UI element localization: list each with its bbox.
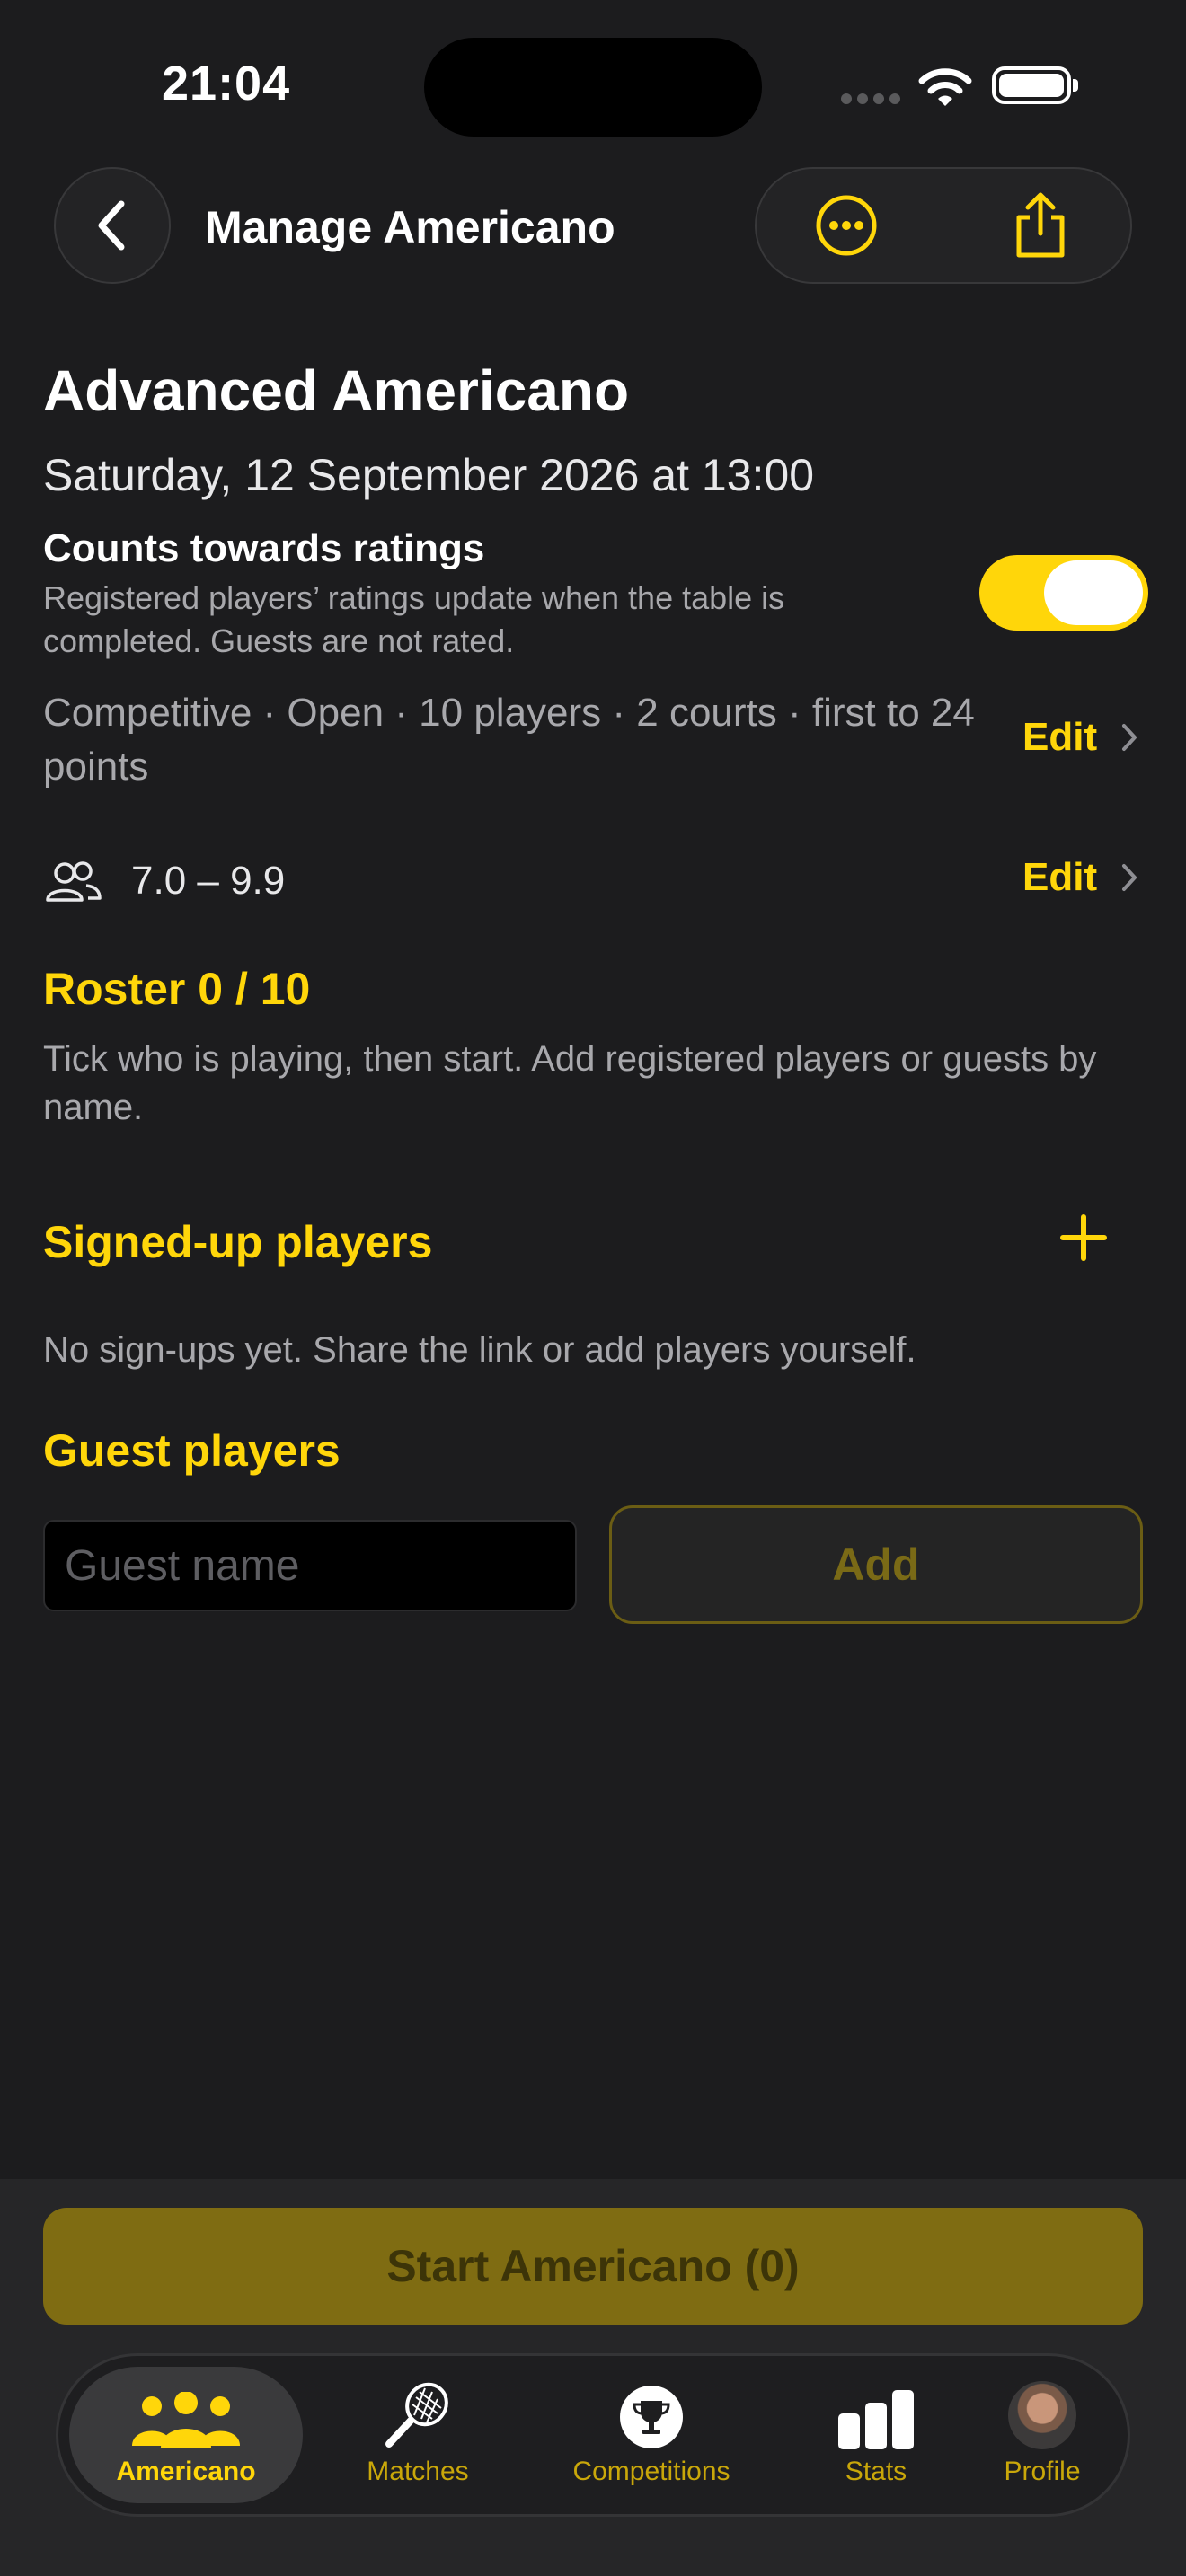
event-config: Competitive · Open · 10 players · 2 cour… [43, 691, 975, 789]
toggle-knob [1044, 560, 1143, 625]
add-guest-button[interactable]: Add [609, 1505, 1143, 1624]
share-button[interactable] [951, 169, 1130, 282]
tab-matches[interactable]: Matches [328, 2367, 508, 2503]
tab-label: Profile [1004, 2457, 1081, 2486]
ratings-title: Counts towards ratings [43, 526, 485, 570]
chevron-right-icon [1122, 864, 1137, 891]
tab-americano[interactable]: Americano [69, 2367, 303, 2503]
chevron-right-icon [1122, 724, 1137, 751]
page-title: Manage Americano [205, 202, 615, 252]
ellipsis-circle-icon [816, 195, 877, 256]
add-player-button[interactable] [1060, 1214, 1107, 1261]
roster-title: Roster 0 / 10 [43, 964, 311, 1014]
signed-up-title: Signed-up players [43, 1217, 433, 1267]
dynamic-island [424, 38, 762, 137]
bar-chart-icon [838, 2390, 914, 2449]
cellular-signal-icon [841, 93, 906, 109]
guest-name-input[interactable] [43, 1520, 577, 1611]
event-title: Advanced Americano [43, 358, 630, 423]
tab-label: Matches [367, 2457, 469, 2486]
edit-label: Edit [1022, 715, 1098, 759]
back-button[interactable] [54, 167, 171, 284]
tab-stats[interactable]: Stats [795, 2367, 957, 2503]
tab-competitions[interactable]: Competitions [517, 2367, 786, 2503]
more-button[interactable] [757, 169, 936, 282]
guest-players-title: Guest players [43, 1425, 341, 1476]
tab-label: Stats [845, 2457, 907, 2486]
share-icon [1016, 192, 1065, 258]
racket-icon [385, 2382, 448, 2448]
status-time: 21:04 [162, 57, 291, 110]
start-americano-button[interactable]: Start Americano (0) [43, 2208, 1143, 2325]
roster-hint: Tick who is playing, then start. Add reg… [43, 1039, 1097, 1127]
chevron-left-icon [98, 200, 125, 251]
ratings-toggle[interactable] [979, 555, 1148, 631]
tab-label: Competitions [572, 2457, 730, 2486]
wifi-icon [918, 68, 972, 106]
nav-actions [755, 167, 1132, 284]
edit-range-button[interactable]: Edit [1022, 855, 1138, 900]
people-icon [132, 2392, 240, 2448]
signed-up-empty: No sign-ups yet. Share the link or add p… [43, 1330, 916, 1370]
people-icon [46, 861, 102, 902]
avatar [1008, 2381, 1076, 2449]
rating-range: 7.0 – 9.9 [131, 859, 286, 903]
battery-icon [992, 66, 1078, 104]
tab-bar: Americano Matches Competitions Stats Pro… [56, 2353, 1130, 2517]
event-date: Saturday, 12 September 2026 at 13:00 [43, 450, 815, 500]
ratings-description: Registered players’ ratings update when … [43, 579, 785, 659]
edit-config-button[interactable]: Edit [1022, 715, 1138, 760]
edit-label: Edit [1022, 855, 1098, 899]
tab-label: Americano [116, 2457, 256, 2486]
tab-profile[interactable]: Profile [966, 2367, 1119, 2503]
trophy-icon [620, 2386, 683, 2448]
